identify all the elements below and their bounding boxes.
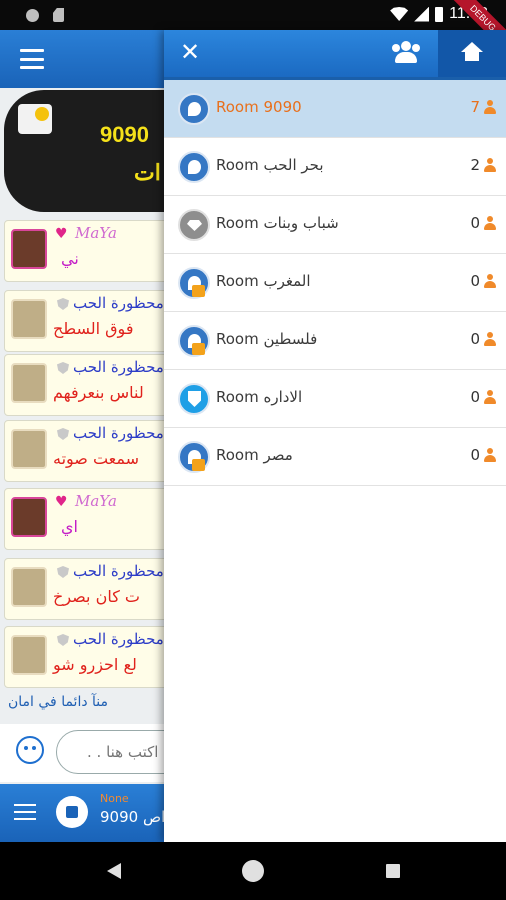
lock-icon	[192, 459, 205, 471]
player-label: None	[100, 792, 129, 805]
message-username: محظورة الحب	[73, 358, 164, 376]
room-user-count: 0	[470, 214, 480, 232]
room-icon	[178, 93, 210, 125]
signal-icon	[414, 6, 430, 22]
drawer-header: ✕	[164, 30, 506, 77]
diamond-icon	[178, 209, 210, 241]
shield-icon	[178, 383, 210, 415]
chat-message: محظورة الحب لناس بنعرفهم	[4, 354, 184, 416]
rooms-drawer: ✕ Room 9090 7 Room بحر الحب 2 Room شباب وبنا…	[164, 30, 506, 842]
avatar[interactable]	[11, 497, 47, 537]
shield-icon	[57, 566, 69, 578]
room-name: Room شباب وبنات	[216, 214, 339, 232]
lock-icon	[192, 343, 205, 355]
message-text: اي	[61, 517, 78, 536]
room-icon	[178, 151, 210, 183]
home-tab[interactable]	[438, 30, 506, 77]
chat-message: محظورة الحب لع احزرو شو	[4, 626, 184, 688]
banner-subtitle: ات	[134, 160, 161, 185]
footer-note: منآ دائما في امان	[8, 694, 109, 710]
avatar[interactable]	[11, 363, 47, 403]
avatar[interactable]	[11, 229, 47, 269]
room-user-count: 0	[470, 330, 480, 348]
chat-message: محظورة الحب ت كان بصرخ	[4, 558, 184, 620]
room-user-count: 0	[470, 446, 480, 464]
message-username: محظورة الحب	[73, 294, 164, 312]
users-icon[interactable]	[392, 41, 420, 63]
chat-message: ♥ MaYa ني	[4, 220, 184, 282]
room-user-count: 7	[470, 98, 480, 116]
room-name: Room 9090	[216, 98, 302, 116]
message-username: MaYa	[75, 492, 117, 510]
room-name: Room الاداره	[216, 388, 303, 406]
home-icon	[461, 42, 483, 62]
message-text: فوق السطح	[53, 319, 134, 338]
message-username: محظورة الحب	[73, 424, 164, 442]
message-text: ني	[61, 249, 79, 268]
person-icon	[484, 100, 496, 114]
room-name: Room المغرب	[216, 272, 311, 290]
person-icon	[484, 158, 496, 172]
shield-icon	[57, 428, 69, 440]
menu-icon[interactable]	[20, 49, 44, 69]
room-row[interactable]: Room 9090 7	[164, 80, 506, 138]
message-text: لع احزرو شو	[53, 655, 137, 674]
back-icon[interactable]	[107, 863, 121, 879]
avatar[interactable]	[11, 567, 47, 607]
room-row[interactable]: Room شباب وبنات 0	[164, 196, 506, 254]
room-row[interactable]: Room مصر 0	[164, 428, 506, 486]
status-bar: 11:03 DEBUG	[0, 0, 506, 63]
sd-card-icon	[53, 8, 64, 22]
message-text: لناس بنعرفهم	[53, 383, 144, 402]
lock-icon	[192, 285, 205, 297]
room-list: Room 9090 7 Room بحر الحب 2 Room شباب وبنات 0…	[164, 80, 506, 486]
stop-button[interactable]	[56, 796, 88, 828]
emoji-icon[interactable]	[16, 736, 44, 764]
avatar[interactable]	[11, 299, 47, 339]
room-row[interactable]: Room فلسطين 0	[164, 312, 506, 370]
home-button-icon[interactable]	[242, 860, 264, 882]
person-icon	[484, 274, 496, 288]
person-icon	[484, 448, 496, 462]
banner-title: 9090	[100, 122, 149, 147]
chat-message: ♥ MaYa اي	[4, 488, 184, 550]
player-room: اص 9090	[100, 808, 166, 826]
message-text: ت كان بصرخ	[53, 587, 140, 606]
room-user-count: 0	[470, 388, 480, 406]
avatar[interactable]	[11, 635, 47, 675]
room-name: Room مصر	[216, 446, 293, 464]
room-name: Room فلسطين	[216, 330, 318, 348]
chat-message: محظورة الحب سمعت صوته	[4, 420, 184, 482]
shield-icon	[57, 634, 69, 646]
avatar[interactable]	[11, 429, 47, 469]
heart-icon: ♥	[55, 226, 68, 242]
equalizer-icon[interactable]	[14, 804, 36, 822]
message-username: MaYa	[75, 224, 117, 242]
message-alert-icon[interactable]	[18, 104, 52, 134]
person-icon	[484, 332, 496, 346]
close-icon[interactable]: ✕	[178, 40, 202, 64]
navigation-bar	[0, 842, 506, 900]
room-row[interactable]: Room المغرب 0	[164, 254, 506, 312]
room-row[interactable]: Room الاداره 0	[164, 370, 506, 428]
wifi-icon	[390, 7, 409, 21]
shield-icon	[57, 362, 69, 374]
shield-icon	[57, 298, 69, 310]
chat-message: محظورة الحب فوق السطح	[4, 290, 184, 352]
person-icon	[484, 390, 496, 404]
message-username: محظورة الحب	[73, 630, 164, 648]
person-icon	[484, 216, 496, 230]
battery-icon	[435, 6, 444, 22]
screen: 11:03 DEBUG 9090 ات ♥ MaYa ني محظورة الحب فو…	[0, 0, 506, 900]
room-name: Room بحر الحب	[216, 156, 324, 174]
room-row[interactable]: Room بحر الحب 2	[164, 138, 506, 196]
room-user-count: 0	[470, 272, 480, 290]
message-username: محظورة الحب	[73, 562, 164, 580]
message-text: سمعت صوته	[53, 449, 140, 468]
notification-dot-icon	[26, 8, 39, 22]
recents-icon[interactable]	[386, 864, 400, 878]
room-user-count: 2	[470, 156, 480, 174]
heart-icon: ♥	[55, 494, 68, 510]
